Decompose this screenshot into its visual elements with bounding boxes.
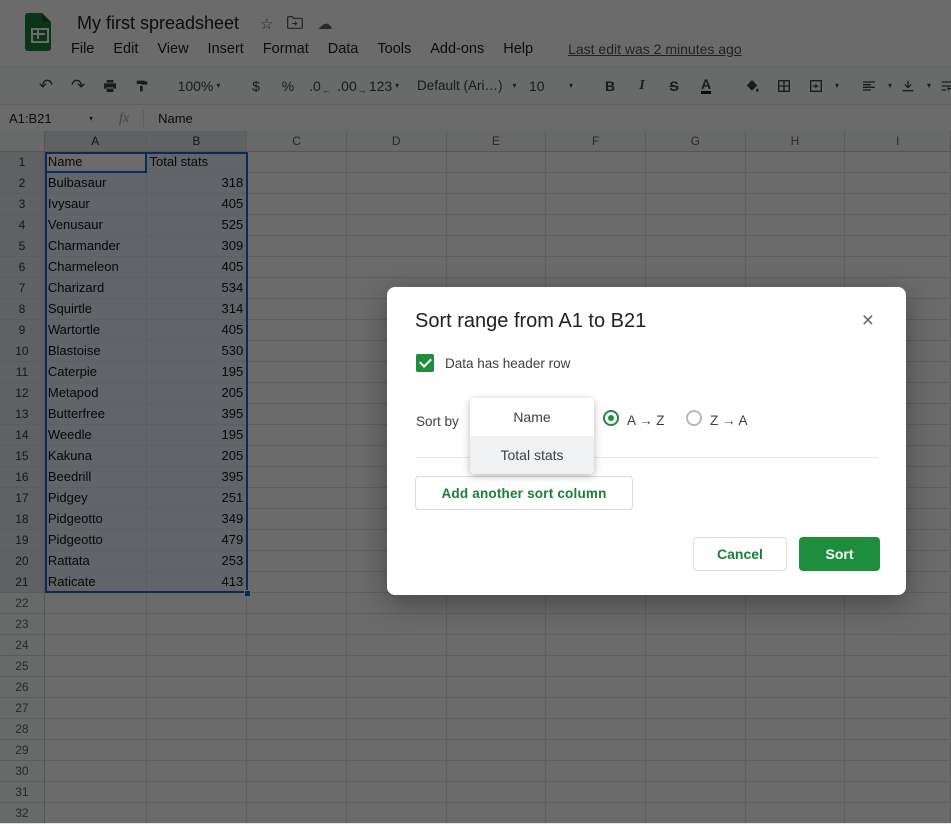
cancel-button[interactable]: Cancel: [693, 537, 787, 571]
sort-button[interactable]: Sort: [799, 537, 880, 571]
radio-ascending-label[interactable]: A → Z: [627, 413, 665, 428]
radio-descending[interactable]: [686, 410, 702, 426]
dropdown-option-total-stats[interactable]: Total stats: [470, 436, 594, 474]
header-row-checkbox-label[interactable]: Data has header row: [445, 356, 570, 371]
dropdown-option-name[interactable]: Name: [470, 398, 594, 436]
close-icon[interactable]: ×: [862, 311, 874, 331]
dialog-title: Sort range from A1 to B21: [415, 310, 646, 333]
add-sort-column-button[interactable]: Add another sort column: [415, 476, 633, 510]
sort-column-dropdown-menu: NameTotal stats: [470, 398, 594, 474]
radio-descending-label[interactable]: Z → A: [710, 413, 748, 428]
sort-by-label: Sort by: [416, 414, 459, 429]
sort-range-dialog: Sort range from A1 to B21 × Data has hea…: [387, 287, 906, 595]
radio-ascending[interactable]: [603, 410, 619, 426]
header-row-checkbox[interactable]: [416, 354, 434, 372]
